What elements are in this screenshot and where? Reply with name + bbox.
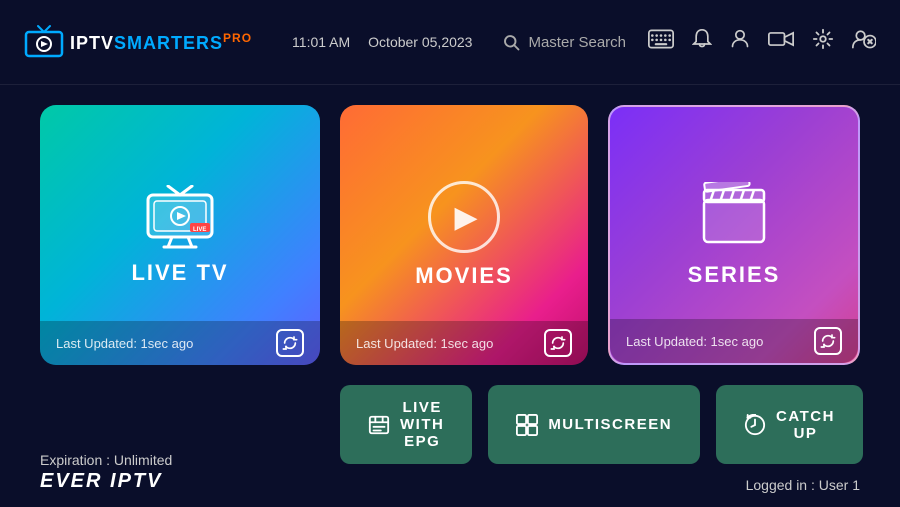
- search-label: Master Search: [528, 34, 626, 51]
- search-icon: [502, 33, 520, 51]
- movies-title: MOVIES: [415, 263, 513, 289]
- time-area: 11:01 AM October 05,2023: [292, 34, 472, 50]
- search-button[interactable]: Master Search: [502, 33, 626, 51]
- movies-card[interactable]: ▶ MOVIES Last Updated: 1sec ago: [340, 105, 588, 365]
- logo-icon: [24, 24, 64, 60]
- current-time: 11:01 AM: [292, 34, 350, 50]
- footer-left: Expiration : Unlimited EVER IPTV: [40, 452, 172, 493]
- tv-icon: LIVE: [140, 185, 220, 250]
- movies-footer: Last Updated: 1sec ago: [340, 321, 588, 365]
- live-tv-title: LIVE TV: [131, 260, 228, 286]
- settings-icon[interactable]: [812, 28, 834, 56]
- main-content: LIVE LIVE TV Last Updated: 1sec ago ▶: [0, 85, 900, 484]
- series-refresh-button[interactable]: [814, 327, 842, 355]
- live-tv-refresh-button[interactable]: [276, 329, 304, 357]
- live-tv-footer: Last Updated: 1sec ago: [40, 321, 320, 365]
- logged-in-label: Logged in : User 1: [746, 477, 860, 493]
- keyboard-icon[interactable]: [648, 29, 674, 55]
- live-tv-card[interactable]: LIVE LIVE TV Last Updated: 1sec ago: [40, 105, 320, 365]
- logo: IPTVSMARTERSPRO: [24, 24, 252, 60]
- brand-name: EVER IPTV: [40, 470, 172, 493]
- series-title: SERIES: [688, 262, 781, 288]
- live-tv-icon-container: LIVE: [140, 185, 220, 250]
- logo-smarters-text: SMARTERS: [114, 33, 223, 53]
- expiration-label: Expiration : Unlimited: [40, 452, 172, 468]
- footer: Expiration : Unlimited EVER IPTV Logged …: [40, 452, 860, 493]
- movies-refresh-button[interactable]: [544, 329, 572, 357]
- current-date: October 05,2023: [368, 34, 472, 50]
- cards-row: LIVE LIVE TV Last Updated: 1sec ago ▶: [40, 105, 860, 365]
- user-icon[interactable]: [730, 28, 750, 56]
- movies-last-updated: Last Updated: 1sec ago: [356, 336, 493, 351]
- header: IPTVSMARTERSPRO 11:01 AM October 05,2023…: [0, 0, 900, 85]
- profile-icon[interactable]: [852, 28, 876, 56]
- multiscreen-icon: [516, 414, 538, 436]
- series-card[interactable]: SERIES Last Updated: 1sec ago: [608, 105, 860, 365]
- notification-icon[interactable]: [692, 28, 712, 56]
- header-icons: [648, 28, 876, 56]
- catchup-icon: [744, 414, 766, 436]
- live-tv-last-updated: Last Updated: 1sec ago: [56, 336, 193, 351]
- logo-iptv-text: IPTV: [70, 33, 114, 53]
- svg-text:LIVE: LIVE: [193, 227, 206, 233]
- series-clapper-icon: [699, 182, 769, 252]
- live-epg-icon: [368, 414, 390, 436]
- series-footer: Last Updated: 1sec ago: [610, 319, 858, 363]
- series-last-updated: Last Updated: 1sec ago: [626, 334, 763, 349]
- movies-play-icon: ▶: [428, 181, 500, 253]
- record-icon[interactable]: [768, 30, 794, 54]
- logo-pro-text: PRO: [223, 31, 252, 45]
